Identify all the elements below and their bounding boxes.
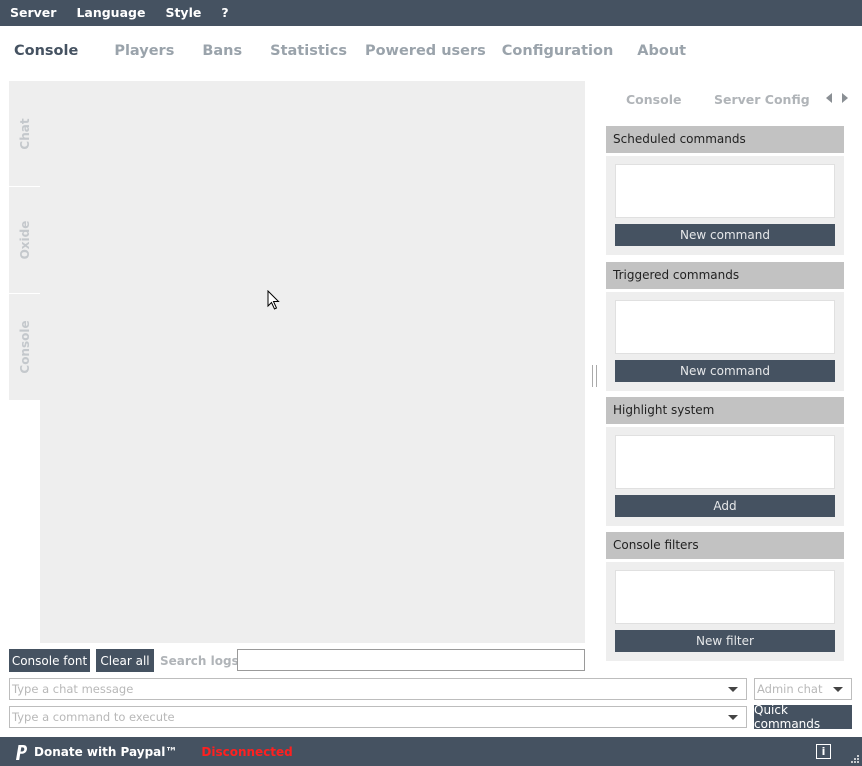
side-tab-chat-label: Chat <box>17 117 32 150</box>
menu-language[interactable]: Language <box>66 0 155 26</box>
side-tabs: Chat Oxide Console <box>9 81 40 401</box>
section-header: Triggered commands <box>606 262 844 289</box>
menu-help[interactable]: ? <box>211 0 238 26</box>
console-font-button[interactable]: Console font <box>9 649 90 672</box>
chat-channel-value: Admin chat <box>757 682 823 696</box>
menu-server[interactable]: Server <box>0 0 66 26</box>
right-tab-console[interactable]: Console <box>626 92 681 107</box>
paypal-icon[interactable] <box>12 743 30 761</box>
chevron-right-icon[interactable] <box>842 93 848 103</box>
highlight-list[interactable] <box>615 435 835 489</box>
section-header: Console filters <box>606 532 844 559</box>
quick-commands-button[interactable]: Quick commands <box>754 703 852 731</box>
new-scheduled-command-button[interactable]: New command <box>615 224 835 246</box>
donate-link[interactable]: Donate with Paypal™ <box>34 745 177 759</box>
section-header: Highlight system <box>606 397 844 424</box>
mouse-cursor-icon <box>267 290 280 310</box>
section-body: New filter <box>606 562 844 661</box>
tab-bans[interactable]: Bans <box>192 43 252 59</box>
console-output[interactable] <box>40 81 585 643</box>
connection-status: Disconnected <box>201 744 293 759</box>
main-tabs: Console Players Bans Statistics Powered … <box>0 26 862 76</box>
clear-all-button[interactable]: Clear all <box>96 649 154 672</box>
console-filters-list[interactable] <box>615 570 835 624</box>
chat-channel-select[interactable]: Admin chat <box>754 678 852 700</box>
console-filters-section: Console filters New filter <box>606 532 844 661</box>
side-tab-console[interactable]: Console <box>9 294 40 401</box>
dropdown-arrow-icon[interactable] <box>833 686 843 692</box>
tab-players[interactable]: Players <box>104 43 184 59</box>
highlight-system-section: Highlight system Add <box>606 397 844 526</box>
scheduled-commands-section: Scheduled commands New command <box>606 126 844 255</box>
add-highlight-button[interactable]: Add <box>615 495 835 517</box>
side-tab-console-label: Console <box>17 320 32 374</box>
triggered-commands-section: Triggered commands New command <box>606 262 844 391</box>
chevron-left-icon[interactable] <box>826 93 832 103</box>
triggered-commands-list[interactable] <box>615 300 835 354</box>
status-bar: Donate with Paypal™ Disconnected <box>0 737 862 766</box>
right-tab-server-config[interactable]: Server Config <box>714 92 810 107</box>
tab-console[interactable]: Console <box>4 43 88 59</box>
right-panel-tabs: Console Server Config <box>606 88 850 112</box>
chat-message-placeholder: Type a chat message <box>12 682 134 696</box>
tab-powered-users[interactable]: Powered users <box>355 43 496 59</box>
section-header: Scheduled commands <box>606 126 844 153</box>
menu-bar: Server Language Style ? <box>0 0 862 26</box>
side-tab-chat[interactable]: Chat <box>9 81 40 187</box>
chat-message-input[interactable]: Type a chat message <box>9 678 747 700</box>
menu-style[interactable]: Style <box>155 0 211 26</box>
section-body: New command <box>606 292 844 391</box>
tab-configuration[interactable]: Configuration <box>492 43 624 59</box>
tab-about[interactable]: About <box>627 43 696 59</box>
dropdown-arrow-icon[interactable] <box>728 686 738 692</box>
info-icon[interactable]: i <box>816 744 831 759</box>
dropdown-arrow-icon[interactable] <box>728 714 738 720</box>
search-logs-label: Search logs : <box>160 654 248 668</box>
side-tab-oxide[interactable]: Oxide <box>9 187 40 294</box>
side-tab-oxide-label: Oxide <box>17 220 32 260</box>
section-body: New command <box>606 156 844 255</box>
new-filter-button[interactable]: New filter <box>615 630 835 652</box>
section-body: Add <box>606 427 844 526</box>
resize-grip-icon[interactable] <box>848 752 860 764</box>
tab-statistics[interactable]: Statistics <box>260 43 357 59</box>
scheduled-commands-list[interactable] <box>615 164 835 218</box>
command-placeholder: Type a command to execute <box>12 710 175 724</box>
search-logs-input[interactable] <box>237 649 585 671</box>
panel-splitter[interactable] <box>592 365 597 387</box>
new-triggered-command-button[interactable]: New command <box>615 360 835 382</box>
command-input[interactable]: Type a command to execute <box>9 706 747 728</box>
